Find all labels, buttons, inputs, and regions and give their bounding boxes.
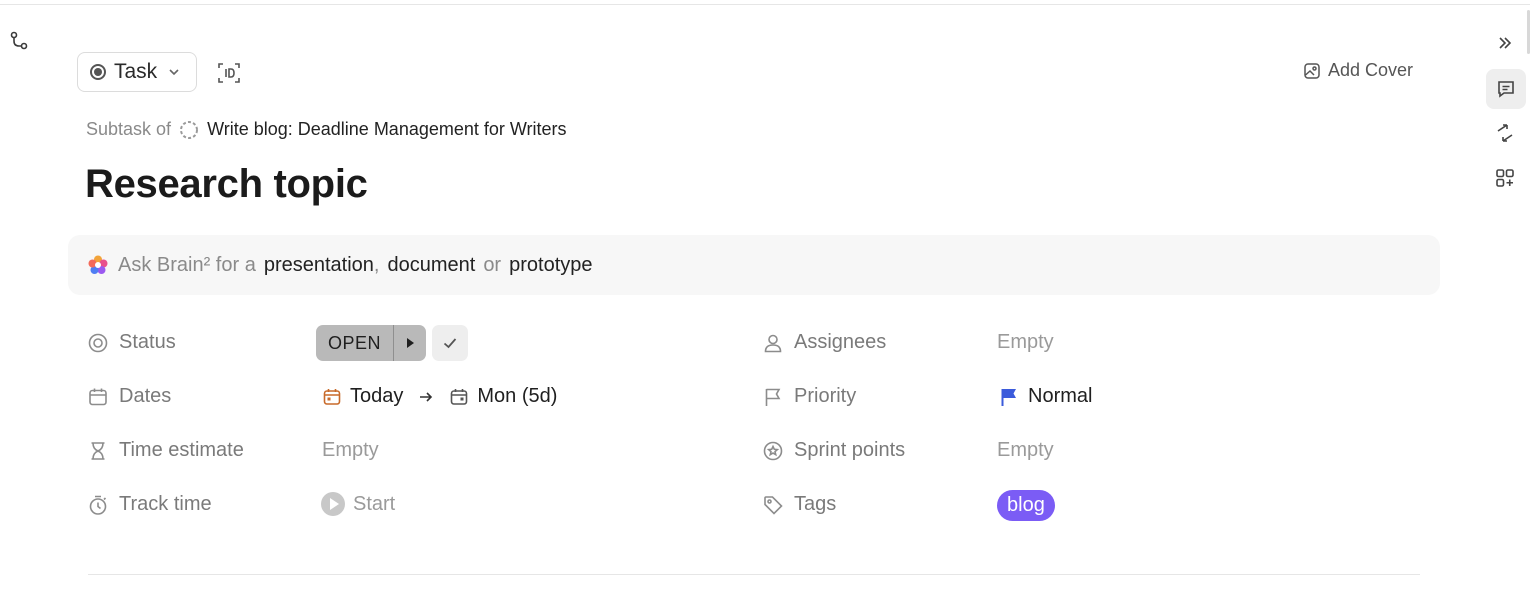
tag-chip-blog[interactable]: blog [997, 490, 1055, 521]
brain-option-prototype[interactable]: prototype [509, 254, 592, 277]
add-cover-label: Add Cover [1328, 60, 1414, 80]
parent-task-link[interactable]: Write blog: Deadline Management for Writ… [207, 119, 567, 140]
assignees-label: Assignees [794, 331, 887, 353]
check-icon [443, 338, 457, 349]
apps-icon[interactable] [1488, 161, 1522, 195]
priority-label: Priority [794, 385, 857, 407]
tags-field-label: Tags [762, 493, 836, 516]
parent-status-icon [179, 120, 199, 140]
time-estimate-label: Time estimate [119, 439, 244, 461]
priority-text: Normal [1028, 385, 1093, 407]
start-timer-button[interactable]: Start [321, 492, 395, 516]
image-icon [1304, 62, 1320, 79]
track-time-label: Track time [119, 493, 212, 515]
start-date-icon [323, 388, 341, 405]
start-timer-label: Start [353, 492, 396, 515]
status-next-button[interactable] [394, 338, 426, 348]
brain-option-presentation[interactable]: presentation [264, 254, 374, 277]
brain-option-document[interactable]: document [387, 254, 475, 277]
sprint-points-field-label: Sprint points [762, 439, 905, 462]
play-icon [321, 492, 345, 516]
due-date[interactable]: Mon (5d) [477, 385, 557, 408]
tags-label: Tags [794, 493, 837, 515]
section-divider [88, 574, 1420, 575]
sprint-points-value[interactable]: Empty [997, 439, 1054, 462]
priority-field-label: Priority [762, 385, 856, 408]
complete-check-button[interactable] [432, 325, 468, 361]
add-cover-button[interactable]: Add Cover [1303, 60, 1413, 81]
task-type-label: Task [114, 60, 158, 83]
relationship-icon[interactable] [8, 30, 30, 52]
status-pill[interactable]: OPEN [316, 325, 426, 361]
user-icon [764, 334, 782, 352]
comments-icon[interactable] [1486, 69, 1526, 109]
status-icon [88, 333, 108, 352]
dates-label: Dates [119, 385, 172, 407]
flag-icon [765, 388, 781, 406]
arrow-right-icon [420, 391, 433, 402]
time-estimate-field-label: Time estimate [87, 439, 244, 462]
stopwatch-icon [89, 495, 107, 515]
dates-field-label: Dates [87, 385, 171, 408]
status-label: Status [119, 331, 176, 353]
brain-separator-comma: , [373, 253, 380, 276]
dates-value[interactable]: Today Mon (5d) [322, 385, 557, 408]
task-id-icon[interactable] [216, 60, 242, 86]
priority-flag-icon [1001, 388, 1016, 406]
activity-icon[interactable] [1488, 116, 1522, 150]
sprint-points-icon [763, 441, 783, 460]
top-divider [0, 4, 1530, 5]
sprint-points-label: Sprint points [794, 439, 906, 461]
start-date[interactable]: Today [350, 385, 403, 408]
due-date-icon [451, 388, 468, 405]
chevron-down-icon [167, 65, 181, 79]
hourglass-icon [91, 441, 105, 460]
expand-icon[interactable] [1488, 26, 1522, 60]
time-estimate-value[interactable]: Empty [322, 439, 379, 462]
breadcrumb: Subtask of Write blog: Deadline Manageme… [86, 119, 567, 140]
calendar-icon [89, 388, 107, 405]
track-time-field-label: Track time [87, 493, 212, 516]
brain-separator-or: or [483, 253, 502, 276]
brain-prefix: Ask Brain² for a [118, 253, 256, 276]
breadcrumb-prefix: Subtask of [86, 119, 172, 139]
status-field-label: Status [87, 331, 176, 354]
assignees-field-label: Assignees [762, 331, 886, 354]
task-type-button[interactable]: Task [77, 52, 197, 92]
tag-icon [764, 495, 783, 515]
task-type-icon [90, 64, 106, 80]
assignees-value[interactable]: Empty [997, 331, 1054, 354]
task-title[interactable]: Research topic [85, 162, 368, 207]
priority-value[interactable]: Normal [998, 385, 1092, 408]
brain-prompt-bar[interactable]: Ask Brain² for a presentation, document … [68, 235, 1440, 295]
brain-icon [86, 253, 110, 277]
status-value[interactable]: OPEN [316, 325, 395, 361]
